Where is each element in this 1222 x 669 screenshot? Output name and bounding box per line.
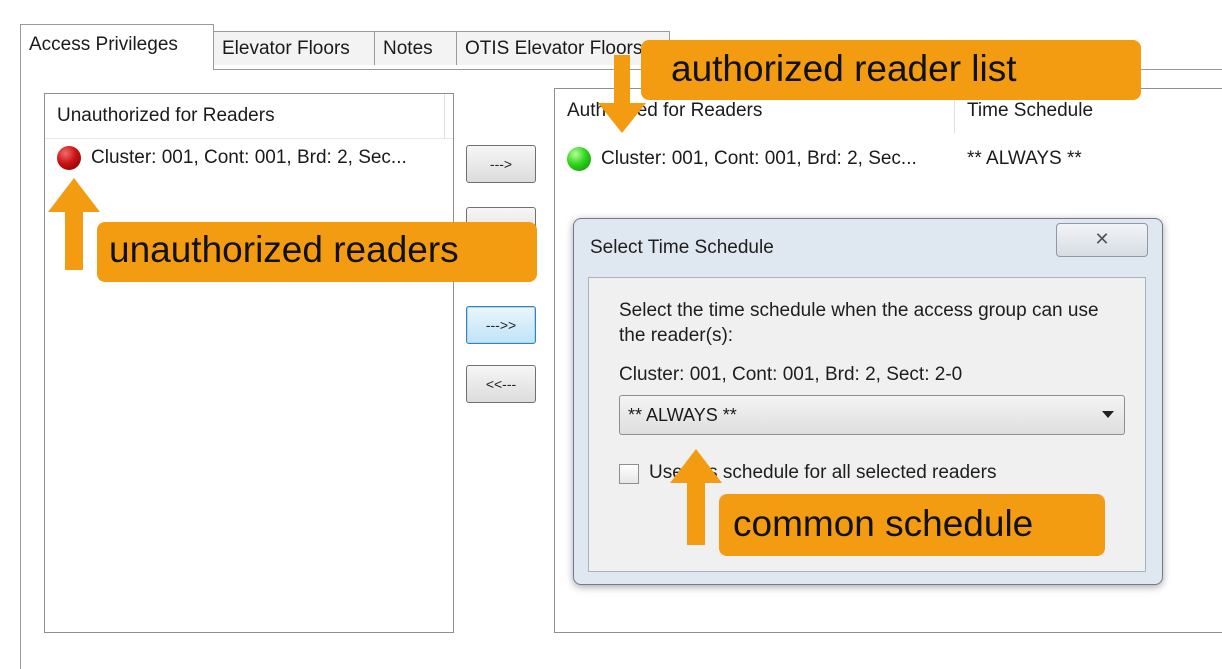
callout-authorized-reader-list: authorized reader list xyxy=(641,40,1141,100)
reader-authorized-status-icon xyxy=(567,147,591,171)
close-button[interactable]: ✕ xyxy=(1056,223,1148,257)
use-schedule-for-all-checkbox[interactable] xyxy=(619,464,639,484)
reader-name: Cluster: 001, Cont: 001, Brd: 2, Sec... xyxy=(91,147,407,168)
selected-reader-label: Cluster: 001, Cont: 001, Brd: 2, Sect: 2… xyxy=(619,364,963,385)
callout-common-schedule: common schedule xyxy=(719,494,1105,556)
tab-access-privileges[interactable]: Access Privileges xyxy=(20,24,214,70)
reader-unauthorized-status-icon xyxy=(57,146,81,170)
unauthorize-all-button[interactable]: <<--- xyxy=(466,365,536,403)
list-item[interactable]: Cluster: 001, Cont: 001, Brd: 2, Sec... xyxy=(45,140,453,176)
dialog-title: Select Time Schedule xyxy=(590,237,774,258)
list-header: Unauthorized for Readers xyxy=(45,94,453,139)
close-icon: ✕ xyxy=(1094,229,1110,249)
chevron-down-icon xyxy=(1102,411,1114,418)
tab-elevator-floors[interactable]: Elevator Floors xyxy=(213,31,375,65)
authorize-button[interactable]: ---> xyxy=(466,145,536,183)
tab-notes[interactable]: Notes xyxy=(374,31,457,65)
down-arrow-icon xyxy=(598,55,646,133)
dialog-prompt: Select the time schedule when the access… xyxy=(619,300,1099,346)
up-arrow-icon xyxy=(670,449,722,545)
unauthorized-readers-list[interactable]: Unauthorized for Readers Cluster: 001, C… xyxy=(44,93,454,633)
reader-schedule: ** ALWAYS ** xyxy=(967,148,1082,169)
callout-unauthorized-readers: unauthorized readers xyxy=(97,222,537,282)
up-arrow-icon xyxy=(48,178,100,270)
time-schedule-value: ** ALWAYS ** xyxy=(628,405,737,425)
reader-name: Cluster: 001, Cont: 001, Brd: 2, Sec... xyxy=(601,148,917,169)
time-schedule-select[interactable]: ** ALWAYS ** xyxy=(619,395,1125,435)
column-header-unauthorized[interactable]: Unauthorized for Readers xyxy=(45,94,445,138)
list-item[interactable]: Cluster: 001, Cont: 001, Brd: 2, Sec... … xyxy=(555,141,1222,177)
authorize-all-button[interactable]: --->> xyxy=(466,306,536,344)
